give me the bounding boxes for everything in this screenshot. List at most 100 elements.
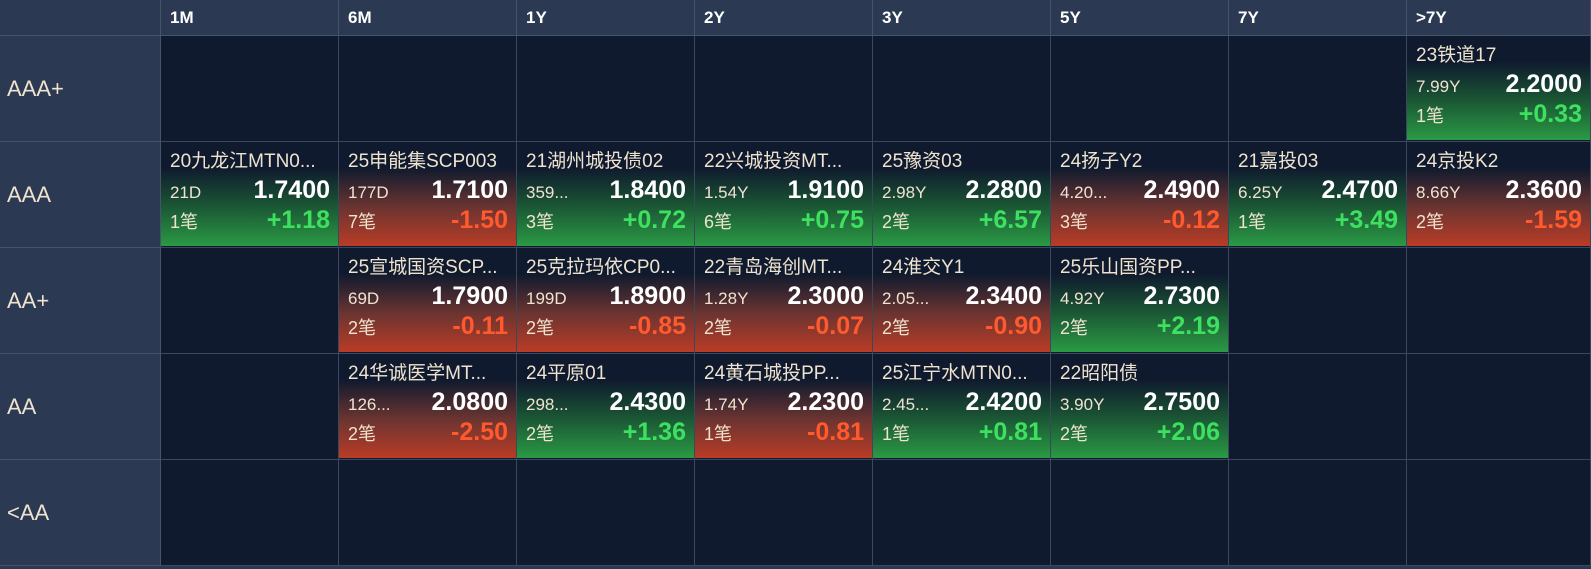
bond-quote-card[interactable]: 22青岛海创MT... 1.28Y 2.3000 2笔 -0.07 [695, 249, 872, 352]
remaining-term: 1.28Y [704, 289, 749, 308]
matrix-cell-below-aa-2y [695, 460, 873, 566]
yield-value: 1.7900 [431, 282, 508, 310]
yield-value: 1.8900 [609, 282, 686, 310]
col-header-1m[interactable]: 1M [161, 0, 339, 36]
col-header-5y[interactable]: 5Y [1051, 0, 1229, 36]
bond-name: 24华诚医学MT... [348, 363, 487, 384]
matrix-cell-aaa-plus-over-7y: 23铁道17 7.99Y 2.2000 1笔 +0.33 [1407, 36, 1591, 142]
yield-change: +2.19 [1156, 312, 1220, 340]
bond-quote-card[interactable]: 25申能集SCP003 177D 1.7100 7笔 -1.50 [339, 143, 516, 246]
matrix-cell-aaa-plus-1m [161, 36, 339, 142]
remaining-term: 4.20... [1060, 183, 1108, 202]
yield-value: 2.7500 [1143, 388, 1220, 416]
row-label-aaa[interactable]: AAA [0, 142, 161, 248]
bond-name: 25申能集SCP003 [348, 151, 497, 172]
bond-quote-card[interactable]: 24黄石城投PP... 1.74Y 2.2300 1笔 -0.81 [695, 355, 872, 458]
matrix-cell-below-aa-over-7y [1407, 460, 1591, 566]
bond-name: 24淮交Y1 [882, 257, 965, 278]
remaining-term: 21D [170, 183, 202, 202]
bond-quote-card[interactable]: 22兴城投资MT... 1.54Y 1.9100 6笔 +0.75 [695, 143, 872, 246]
matrix-cell-aaa-over-7y: 24京投K2 8.66Y 2.3600 2笔 -1.59 [1407, 142, 1591, 248]
bond-name: 21嘉投03 [1238, 151, 1319, 172]
trade-count: 2笔 [526, 318, 555, 338]
bond-quote-card[interactable]: 25宣城国资SCP... 69D 1.7900 2笔 -0.11 [339, 249, 516, 352]
col-header-over-7y[interactable]: >7Y [1407, 0, 1591, 36]
matrix-cell-below-aa-3y [873, 460, 1051, 566]
matrix-cell-aaa-plus-7y [1229, 36, 1407, 142]
matrix-cell-aaa-plus-6m [339, 36, 517, 142]
yield-value: 2.3600 [1505, 176, 1582, 204]
bond-quote-card[interactable]: 25克拉玛依CP0... 199D 1.8900 2笔 -0.85 [517, 249, 694, 352]
yield-change: +3.49 [1334, 206, 1398, 234]
bond-quote-card[interactable]: 24京投K2 8.66Y 2.3600 2笔 -1.59 [1407, 143, 1590, 246]
col-header-7y[interactable]: 7Y [1229, 0, 1407, 36]
bond-quote-card[interactable]: 22昭阳债 3.90Y 2.7500 2笔 +2.06 [1051, 355, 1228, 458]
remaining-term: 126... [348, 395, 391, 414]
bond-quote-card[interactable]: 24扬子Y2 4.20... 2.4900 3笔 -0.12 [1051, 143, 1228, 246]
bond-name: 24京投K2 [1416, 151, 1499, 172]
row-label-aa-plus[interactable]: AA+ [0, 248, 161, 354]
trade-count: 1笔 [882, 424, 911, 444]
row-label-aaa-plus[interactable]: AAA+ [0, 36, 161, 142]
bond-quote-card[interactable]: 21嘉投03 6.25Y 2.4700 1笔 +3.49 [1229, 143, 1406, 246]
trade-count: 2笔 [1060, 318, 1089, 338]
bond-name: 20九龙江MTN0... [170, 151, 316, 172]
remaining-term: 359... [526, 183, 569, 202]
row-label-aa[interactable]: AA [0, 354, 161, 460]
bond-quote-card[interactable]: 24华诚医学MT... 126... 2.0800 2笔 -2.50 [339, 355, 516, 458]
row-label-below-aa[interactable]: <AA [0, 460, 161, 566]
remaining-term: 177D [348, 183, 389, 202]
yield-value: 2.2800 [965, 176, 1042, 204]
matrix-cell-aa-plus-1m [161, 248, 339, 354]
matrix-cell-aa-plus-7y [1229, 248, 1407, 354]
rating-tenor-matrix: 1M 6M 1Y 2Y 3Y 5Y 7Y >7Y AAA+ 23铁道17 7.99Y… [0, 0, 1591, 566]
trade-count: 6笔 [704, 212, 733, 232]
yield-change: +0.72 [622, 206, 686, 234]
trade-count: 1笔 [704, 424, 733, 444]
bond-name: 25乐山国资PP... [1060, 257, 1196, 278]
matrix-cell-aa-plus-3y: 24淮交Y1 2.05... 2.3400 2笔 -0.90 [873, 248, 1051, 354]
bond-name: 24平原01 [526, 363, 607, 384]
bond-quote-card[interactable]: 20九龙江MTN0... 21D 1.7400 1笔 +1.18 [161, 143, 338, 246]
yield-value: 1.7400 [253, 176, 330, 204]
matrix-cell-aaa-1y: 21湖州城投债02 359... 1.8400 3笔 +0.72 [517, 142, 695, 248]
remaining-term: 7.99Y [1416, 77, 1461, 96]
matrix-cell-aaa-1m: 20九龙江MTN0... 21D 1.7400 1笔 +1.18 [161, 142, 339, 248]
bond-name: 21湖州城投债02 [526, 151, 664, 172]
bond-name: 25宣城国资SCP... [348, 257, 498, 278]
bond-quote-card[interactable]: 21湖州城投债02 359... 1.8400 3笔 +0.72 [517, 143, 694, 246]
trade-count: 1笔 [170, 212, 199, 232]
col-header-1y[interactable]: 1Y [517, 0, 695, 36]
trade-count: 2笔 [348, 424, 377, 444]
yield-value: 2.4900 [1143, 176, 1220, 204]
matrix-cell-aaa-plus-5y [1051, 36, 1229, 142]
col-header-6m[interactable]: 6M [339, 0, 517, 36]
bond-quote-card[interactable]: 24平原01 298... 2.4300 2笔 +1.36 [517, 355, 694, 458]
bond-quote-card[interactable]: 25乐山国资PP... 4.92Y 2.7300 2笔 +2.19 [1051, 249, 1228, 352]
matrix-cell-below-aa-1m [161, 460, 339, 566]
bond-name: 24黄石城投PP... [704, 363, 840, 384]
matrix-cell-below-aa-1y [517, 460, 695, 566]
bond-quote-card[interactable]: 25豫资03 2.98Y 2.2800 2笔 +6.57 [873, 143, 1050, 246]
yield-value: 1.8400 [609, 176, 686, 204]
bond-name: 22青岛海创MT... [704, 257, 843, 278]
bond-name: 25江宁水MTN0... [882, 363, 1028, 384]
yield-change: -1.50 [451, 206, 508, 234]
yield-change: +0.75 [800, 206, 864, 234]
yield-value: 2.4300 [609, 388, 686, 416]
remaining-term: 6.25Y [1238, 183, 1283, 202]
col-header-3y[interactable]: 3Y [873, 0, 1051, 36]
bond-quote-card[interactable]: 24淮交Y1 2.05... 2.3400 2笔 -0.90 [873, 249, 1050, 352]
matrix-cell-aa-5y: 22昭阳债 3.90Y 2.7500 2笔 +2.06 [1051, 354, 1229, 460]
matrix-cell-aa-1y: 24平原01 298... 2.4300 2笔 +1.36 [517, 354, 695, 460]
bond-name: 22兴城投资MT... [704, 151, 843, 172]
col-header-2y[interactable]: 2Y [695, 0, 873, 36]
bond-name: 22昭阳债 [1060, 363, 1139, 384]
yield-change: -1.59 [1525, 206, 1582, 234]
matrix-cell-aaa-2y: 22兴城投资MT... 1.54Y 1.9100 6笔 +0.75 [695, 142, 873, 248]
remaining-term: 69D [348, 289, 380, 308]
bond-quote-card[interactable]: 23铁道17 7.99Y 2.2000 1笔 +0.33 [1407, 37, 1590, 140]
trade-count: 2笔 [1060, 424, 1089, 444]
yield-value: 2.3400 [965, 282, 1042, 310]
bond-quote-card[interactable]: 25江宁水MTN0... 2.45... 2.4200 1笔 +0.81 [873, 355, 1050, 458]
